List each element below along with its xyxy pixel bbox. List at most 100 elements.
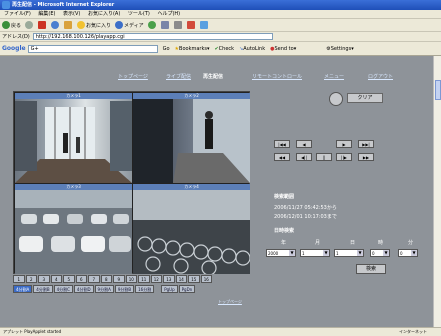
camera-view-3[interactable]: カメラ3 <box>15 184 132 274</box>
channel-button[interactable]: 7 <box>88 275 100 283</box>
split-9a-button[interactable]: 9分割A <box>94 285 114 293</box>
channel-button[interactable]: 4 <box>50 275 62 283</box>
address-input[interactable]: http://192.168.100.126/playapp.cgi <box>32 33 273 40</box>
page-up-button[interactable]: PgUp <box>161 285 178 293</box>
first-frame-button[interactable]: |◀◀ <box>274 140 290 148</box>
camera-view-1[interactable]: カメラ1 <box>15 93 132 183</box>
menu-favorites[interactable]: お気に入り(A) <box>88 11 120 17</box>
month-select[interactable]: 1 <box>300 249 330 257</box>
window-title-bar: 再生配信 - Microsoft Internet Explorer <box>0 0 441 10</box>
forward-button[interactable] <box>25 21 34 29</box>
nav-logout[interactable]: ログアウト <box>368 73 393 80</box>
bookmarks-button[interactable]: ★ Bookmarks▾ <box>175 46 210 52</box>
page-content: トップページ ライブ配信 再生配信 リモートコントロール メニュー ログアウト … <box>0 56 441 327</box>
fast-forward-button[interactable]: ▶▶ <box>358 153 374 161</box>
channel-button[interactable]: 11 <box>138 275 150 283</box>
edit-button[interactable] <box>186 21 196 29</box>
nav-remote-control[interactable]: リモートコントロール <box>252 73 302 80</box>
prev-frame-button[interactable]: ◀ <box>296 140 312 148</box>
ie-logo-icon <box>2 1 10 9</box>
stop-button[interactable] <box>38 21 47 29</box>
refresh-icon <box>51 21 60 29</box>
favorites-button[interactable]: お気に入り <box>77 21 111 29</box>
nav-top[interactable]: トップページ <box>118 73 148 80</box>
nav-live[interactable]: ライブ配信 <box>166 73 191 80</box>
scrollbar-thumb[interactable] <box>435 80 441 100</box>
channel-button[interactable]: 16 <box>200 275 212 283</box>
year-select[interactable]: 2000 <box>266 249 296 257</box>
camera-view-2[interactable]: カメラ2 <box>133 93 250 183</box>
menu-view[interactable]: 表示(V) <box>63 11 80 17</box>
status-bar: アプレット PlayApplet started インターネット <box>0 327 441 336</box>
autolink-button[interactable]: ↘ AutoLink <box>239 46 265 52</box>
channel-button[interactable]: 10 <box>125 275 137 283</box>
pause-button[interactable]: || <box>316 153 332 161</box>
channel-button[interactable]: 14 <box>175 275 187 283</box>
google-go-button[interactable]: Go <box>163 46 170 52</box>
google-search-input[interactable]: G+ <box>27 44 158 53</box>
media-icon <box>115 21 124 29</box>
channel-button[interactable]: 15 <box>188 275 200 283</box>
check-button[interactable]: ✔ Check <box>214 46 234 52</box>
split-4a-button[interactable]: 4分割A <box>13 285 33 293</box>
home-icon <box>64 21 73 29</box>
last-frame-button[interactable]: ▶▶| <box>358 140 374 148</box>
menu-file[interactable]: ファイル(F) <box>4 11 31 17</box>
play-button[interactable]: ||▶ <box>336 153 352 161</box>
home-button[interactable] <box>64 21 73 29</box>
channel-button[interactable]: 13 <box>163 275 175 283</box>
split-16-button[interactable]: 16分割 <box>135 285 155 293</box>
page-down-button[interactable]: PgDn <box>178 285 196 293</box>
nav-playback[interactable]: 再生配信 <box>203 73 223 80</box>
edit-icon <box>186 21 195 29</box>
reverse-play-button[interactable]: ◀|| <box>296 153 312 161</box>
refresh-button[interactable] <box>51 21 60 29</box>
google-toolbar: Google G+ Go ★ Bookmarks▾ ✔ Check ↘ AutoLin… <box>0 42 441 56</box>
messenger-button[interactable] <box>199 21 209 29</box>
back-arrow-icon <box>2 21 10 29</box>
messenger-icon <box>199 21 208 29</box>
split-9b-button[interactable]: 9分割B <box>114 285 135 293</box>
camera-grid: カメラ1 カメラ2 カメラ3 カメラ4 <box>13 91 250 274</box>
back-button[interactable]: 戻る <box>2 21 21 29</box>
day-select[interactable]: 1 <box>334 249 364 257</box>
channel-button[interactable]: 3 <box>38 275 50 283</box>
channel-button[interactable]: 2 <box>25 275 37 283</box>
channel-button[interactable]: 12 <box>150 275 162 283</box>
vertical-scrollbar[interactable] <box>433 56 441 327</box>
sendto-button[interactable]: ● Send to▾ <box>270 46 296 52</box>
status-text: アプレット PlayApplet started <box>3 329 62 334</box>
channel-button[interactable]: 9 <box>113 275 125 283</box>
history-button[interactable] <box>147 21 157 29</box>
status-indicator-icon <box>329 92 343 106</box>
standard-toolbar: 戻る お気に入り メディア <box>0 19 441 32</box>
mail-button[interactable] <box>160 21 170 29</box>
month-label: 月 <box>315 240 321 246</box>
split-4c-button[interactable]: 4分割C <box>53 285 73 293</box>
split-4b-button[interactable]: 4分割B <box>33 285 53 293</box>
stop-icon <box>38 21 47 29</box>
channel-button[interactable]: 5 <box>63 275 75 283</box>
search-range-from: 2006/11/27 05:42:53から <box>274 205 337 211</box>
fast-rewind-button[interactable]: ◀◀ <box>274 153 290 161</box>
search-button[interactable]: 検索 <box>356 264 386 274</box>
channel-button[interactable]: 1 <box>13 275 25 283</box>
next-frame-button[interactable]: ▶ <box>336 140 352 148</box>
print-button[interactable] <box>173 21 183 29</box>
minute-select[interactable]: 0 <box>398 249 418 257</box>
search-range-label: 検索範囲 <box>274 194 295 200</box>
split-4d-button[interactable]: 4分割D <box>73 285 94 293</box>
hour-select[interactable]: 0 <box>370 249 390 257</box>
menu-help[interactable]: ヘルプ(H) <box>157 11 180 17</box>
settings-button[interactable]: ⚙ Settings▾ <box>326 46 354 52</box>
camera-view-4[interactable]: カメラ4 <box>133 184 250 274</box>
channel-button[interactable]: 6 <box>75 275 87 283</box>
menu-tools[interactable]: ツール(T) <box>128 11 150 17</box>
menu-bar: ファイル(F) 編集(E) 表示(V) お気に入り(A) ツール(T) ヘルプ(… <box>0 10 441 19</box>
media-button[interactable]: メディア <box>115 21 144 29</box>
nav-menu[interactable]: メニュー <box>324 73 344 80</box>
clear-button[interactable]: クリア <box>347 93 383 103</box>
channel-button[interactable]: 8 <box>100 275 112 283</box>
menu-edit[interactable]: 編集(E) <box>38 11 55 17</box>
top-page-link[interactable]: トップページ <box>218 299 242 305</box>
